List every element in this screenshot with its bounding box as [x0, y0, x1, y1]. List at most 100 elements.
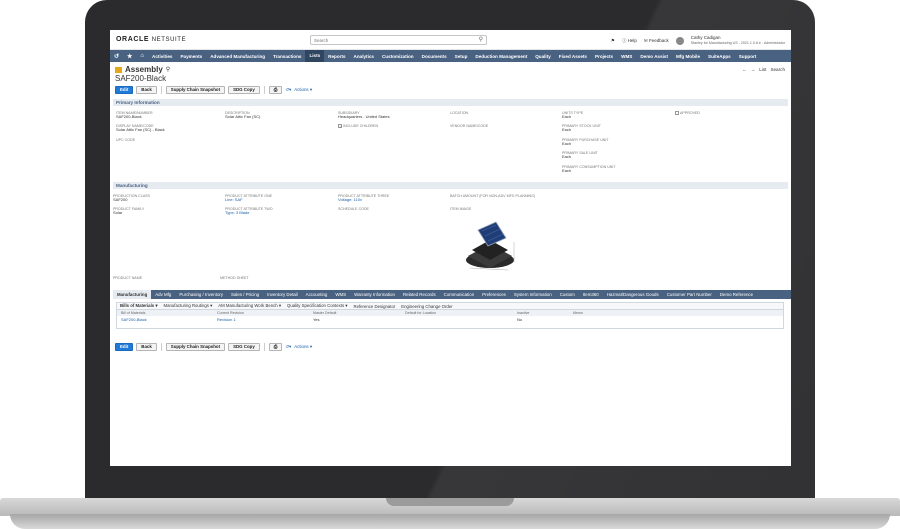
search-icon[interactable]: ⚲	[479, 36, 483, 43]
record-nav: ← → List Search	[742, 67, 785, 72]
production-class-field: Production Class SAF200	[113, 194, 150, 203]
tab-wms[interactable]: WMS	[331, 292, 350, 297]
sublist-tab-bills-of-materials[interactable]: Bills of Materials ▾	[117, 303, 161, 309]
previous-arrow-icon[interactable]: ←	[742, 67, 747, 72]
record-subtabs: Manufacturing Adv Mfg Purchasing / Inven…	[113, 290, 791, 299]
recent-records-icon[interactable]: ⚑	[611, 38, 615, 44]
tab-purchasing-inventory[interactable]: Purchasing / Inventory	[175, 292, 227, 297]
solar-attic-fan-image[interactable]	[458, 216, 526, 272]
include-children-checkbox[interactable]: ✓Include Children	[338, 124, 378, 129]
nav-item-activities[interactable]: Activities	[148, 54, 176, 59]
revision-link[interactable]: Revision 1	[217, 317, 236, 322]
nav-item-deduction-management[interactable]: Deduction Management	[471, 54, 531, 59]
nav-item-lists[interactable]: Lists	[305, 50, 325, 62]
tab-preferences[interactable]: Preferences	[478, 292, 510, 297]
tab-adv-mfg[interactable]: Adv Mfg	[151, 292, 175, 297]
primary-information-header[interactable]: Primary Information	[113, 99, 788, 106]
button-row-top: Edit Back Supply Chain Snapshot SDG Copy…	[110, 84, 791, 96]
supply-chain-snapshot-button[interactable]: Supply Chain Snapshot	[165, 343, 226, 351]
nav-item-mfg-mobile[interactable]: Mfg Mobile	[672, 54, 704, 59]
nav-item-wms[interactable]: WMS	[617, 54, 636, 59]
nav-item-payments[interactable]: Payments	[176, 54, 206, 59]
nav-item-support[interactable]: Support	[735, 54, 761, 59]
user-menu[interactable]: Cathy Cadigan Stanley for Manufacturing U…	[691, 35, 785, 46]
col-memo[interactable]: Memo	[573, 311, 583, 315]
nav-item-analytics[interactable]: Analytics	[350, 54, 378, 59]
tab-inventory-detail[interactable]: Inventory Detail	[263, 292, 302, 297]
nav-item-demo-assist[interactable]: Demo Assist	[636, 54, 672, 59]
col-default-for-location[interactable]: Default for Location	[405, 311, 436, 315]
sdg-copy-button[interactable]: SDG Copy	[228, 343, 260, 351]
tab-sales-pricing[interactable]: Sales / Pricing	[227, 292, 263, 297]
next-arrow-icon[interactable]: →	[751, 67, 756, 72]
col-inactive[interactable]: Inactive	[517, 311, 529, 315]
nav-item-fixed-assets[interactable]: Fixed Assets	[555, 54, 591, 59]
nav-item-setup[interactable]: Setup	[451, 54, 472, 59]
nav-item-projects[interactable]: Projects	[591, 54, 617, 59]
search-input[interactable]	[311, 36, 471, 44]
avatar[interactable]	[675, 36, 684, 45]
tab-manufacturing[interactable]: Manufacturing	[113, 290, 152, 299]
tab-item360[interactable]: Item360	[579, 292, 603, 297]
checkbox-unchecked[interactable]	[675, 111, 679, 116]
edit-button[interactable]: Edit	[115, 86, 134, 94]
tab-warranty-information[interactable]: Warranty Information	[350, 292, 399, 297]
primary-purchase-unit-field: Primary Purchase Unit Each	[562, 138, 609, 147]
laptop-notch	[386, 498, 514, 506]
col-bill-of-materials[interactable]: Bill of Materials	[121, 311, 145, 315]
back-button[interactable]: Back	[136, 343, 157, 351]
nav-item-documents[interactable]: Documents	[418, 54, 451, 59]
actions-menu[interactable]: Actions ▾	[294, 87, 312, 93]
nav-item-customization[interactable]: Customization	[378, 54, 418, 59]
display-name-field: Display Name/Code Solar Attic Fan (SC) - …	[116, 124, 165, 133]
sublist-tab-reference-designator[interactable]: Reference Designator	[350, 304, 398, 309]
nav-item-quality[interactable]: Quality	[531, 54, 555, 59]
tab-accounting[interactable]: Accounting	[302, 292, 332, 297]
nav-item-transactions[interactable]: Transactions	[269, 54, 305, 59]
search-link[interactable]: Search	[770, 67, 785, 72]
nav-item-suiteapps[interactable]: SuiteApps	[704, 54, 735, 59]
actions-menu[interactable]: Actions ▾	[294, 344, 312, 350]
tab-customer-part-number[interactable]: Customer Part Number	[663, 292, 716, 297]
table-row[interactable]: SAF200-Black Revision 1 Yes No	[117, 316, 783, 322]
supply-chain-snapshot-button[interactable]: Supply Chain Snapshot	[165, 86, 226, 94]
upc-field: UPC Code	[116, 138, 135, 142]
feedback-link[interactable]: ✉ Feedback	[644, 38, 669, 44]
batch-amount-field: Batch Amount (for Non-ADV MFG Planning)	[450, 194, 536, 198]
back-button[interactable]: Back	[136, 86, 157, 94]
tab-hazmat[interactable]: Hazmat/Dangerous Goods	[603, 292, 663, 297]
star-icon[interactable]: ★	[123, 53, 136, 60]
checkbox-checked[interactable]: ✓	[338, 124, 342, 129]
tab-related-records[interactable]: Related Records	[399, 292, 440, 297]
sdg-copy-button[interactable]: SDG Copy	[228, 86, 260, 94]
global-search[interactable]: ⚲	[310, 35, 487, 45]
print-icon[interactable]: ⎙	[268, 86, 283, 94]
recent-icon[interactable]: ↺▾	[285, 87, 291, 93]
assembly-icon	[115, 66, 122, 73]
sublist-tab-quality-spec[interactable]: Quality Specification Contexts ▾	[284, 303, 350, 309]
sublist-tab-am-work-bench[interactable]: AM Manufacturing Work Bench ▾	[215, 303, 284, 309]
tab-communication[interactable]: Communication	[440, 292, 479, 297]
home-icon[interactable]: ⌂	[136, 53, 148, 59]
list-link[interactable]: List	[759, 67, 766, 72]
oracle-netsuite-logo[interactable]: ORACLE NETSUITE	[116, 36, 186, 43]
edit-button[interactable]: Edit	[115, 343, 134, 351]
recent-icon[interactable]: ↺	[110, 53, 123, 60]
print-icon[interactable]: ⎙	[268, 343, 283, 351]
nav-item-reports[interactable]: Reports	[324, 54, 349, 59]
attribute-three-field: Product Attribute Three Voltage: 110v	[338, 194, 390, 203]
search-icon[interactable]: ⚲	[166, 66, 170, 73]
recent-icon[interactable]: ↺▾	[285, 344, 291, 350]
col-master-default[interactable]: Master Default	[313, 311, 336, 315]
tab-demo-reference[interactable]: Demo Reference	[716, 292, 757, 297]
col-current-revision[interactable]: Current Revision	[217, 311, 244, 315]
approved-checkbox[interactable]: Approved	[675, 111, 700, 116]
bom-link[interactable]: SAF200-Black	[121, 317, 147, 322]
manufacturing-header[interactable]: Manufacturing	[113, 182, 788, 189]
tab-custom[interactable]: Custom	[556, 292, 579, 297]
nav-item-advanced-manufacturing[interactable]: Advanced Manufacturing	[206, 54, 269, 59]
sublist-tab-eco[interactable]: Engineering Change Order	[398, 304, 455, 309]
help-link[interactable]: ⓘ Help	[622, 38, 637, 44]
tab-system-information[interactable]: System Information	[510, 292, 556, 297]
sublist-tab-manufacturing-routings[interactable]: Manufacturing Routings ▾	[161, 303, 216, 309]
